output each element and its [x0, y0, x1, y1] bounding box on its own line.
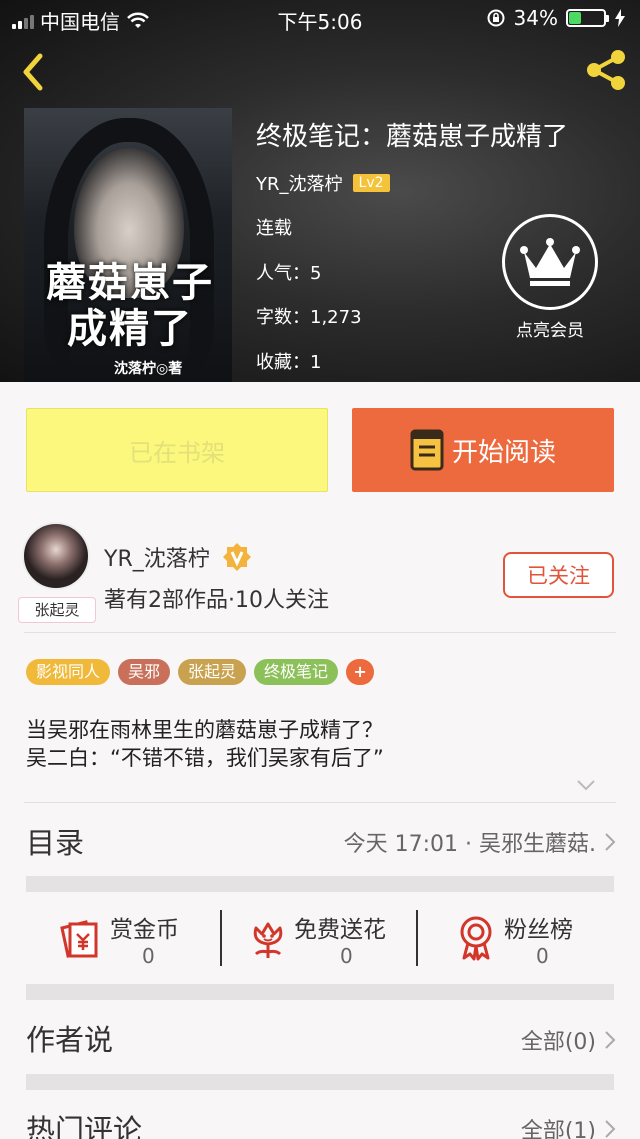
book-status: 连载 [256, 218, 292, 239]
stat-value: 0 [340, 944, 353, 968]
follow-button[interactable]: 已关注 [503, 552, 614, 598]
book-word-count: 字数：1,273 [256, 307, 362, 328]
battery-icon [566, 9, 609, 27]
stat-separator [416, 910, 418, 966]
battery-percent: 34% [513, 6, 558, 30]
description-line: 吴二白：“不错不错，我们吴家有后了” [26, 746, 384, 770]
book-author[interactable]: YR_沈落柠 [256, 170, 343, 196]
avatar-tag: 张起灵 [18, 597, 96, 623]
stat-label: 赏金币 [110, 917, 179, 943]
tag[interactable]: 终极笔记 [254, 659, 339, 685]
tag-list: 影视同人 吴邪 张起灵 终极笔记 + [26, 659, 375, 685]
vip-label: 点亮会员 [516, 321, 584, 341]
charging-icon [615, 9, 625, 27]
book-icon [410, 429, 444, 471]
book-description: 当吴邪在雨林里生的蘑菇崽子成精了？ 吴二白：“不错不错，我们吴家有后了” [26, 716, 384, 772]
divider [24, 802, 616, 803]
section-separator [26, 1074, 614, 1090]
rotation-lock-icon [487, 9, 505, 27]
book-favorites: 收藏：1 [256, 352, 322, 373]
red-envelope-icon [60, 920, 98, 958]
verified-icon [222, 543, 251, 571]
author-says-count: 全部(0) [520, 1030, 596, 1055]
description-line: 当吴邪在雨林里生的蘑菇崽子成精了？ [26, 718, 383, 742]
hot-comments-label[interactable]: 热门评论 [26, 1107, 142, 1139]
follow-label: 已关注 [527, 564, 590, 588]
flower-icon [253, 922, 283, 958]
on-shelf-button[interactable]: 已在书架 [26, 408, 328, 492]
latest-chapter: 今天 17:01 · 吴邪生蘑菇. [343, 832, 596, 857]
add-tag-button[interactable]: + [346, 659, 375, 685]
author-name-row[interactable]: YR_沈落柠 [104, 541, 252, 573]
hot-comments-count: 全部(1) [520, 1119, 596, 1139]
start-reading-label: 开始阅读 [451, 437, 556, 468]
back-button[interactable] [18, 52, 48, 92]
status-right: 34% [486, 6, 626, 30]
book-title: 终极笔记：蘑菇崽子成精了 [256, 122, 569, 152]
send-flower-button[interactable]: 免费送花 0 [244, 906, 404, 968]
divider [24, 632, 616, 633]
tag[interactable]: 张起灵 [178, 659, 247, 685]
catalog-label[interactable]: 目录 [26, 820, 84, 862]
author-avatar[interactable] [22, 522, 90, 590]
author-stats: 著有2部作品·10人关注 [104, 588, 329, 613]
hot-comments-all[interactable]: 全部(1) [521, 1113, 616, 1139]
section-separator [26, 876, 614, 892]
author-says-label[interactable]: 作者说 [26, 1017, 113, 1059]
cover-title: 蘑菇崽子 成精了 [46, 259, 214, 352]
fan-ranking-button[interactable]: 粉丝榜 0 [452, 906, 592, 968]
level-badge: Lv2 [352, 174, 390, 192]
share-button[interactable] [582, 46, 630, 94]
section-separator [26, 984, 614, 1000]
stat-label: 粉丝榜 [504, 917, 573, 943]
stat-label: 免费送花 [294, 917, 386, 943]
chevron-right-icon [605, 833, 616, 851]
catalog-latest-row[interactable]: 今天 17:01 · 吴邪生蘑菇. [344, 826, 616, 858]
reward-coins-button[interactable]: 赏金币 0 [56, 906, 206, 968]
battery-fill [569, 12, 581, 24]
tag[interactable]: 影视同人 [26, 659, 111, 685]
author-name[interactable]: YR_沈落柠 [104, 541, 210, 573]
chevron-right-icon [605, 1031, 616, 1049]
book-popularity: 人气：5 [256, 263, 322, 284]
stat-value: 0 [536, 944, 549, 968]
cover-author: 沈落柠◎著 [114, 361, 183, 377]
author-says-all[interactable]: 全部(0) [521, 1024, 616, 1056]
book-author-row[interactable]: YR_沈落柠 Lv2 [256, 170, 390, 196]
start-reading-button[interactable]: 开始阅读 [352, 408, 614, 492]
medal-icon [460, 916, 492, 961]
crown-icon [502, 214, 598, 310]
book-cover[interactable]: 蘑菇崽子 成精了 沈落柠◎著 [24, 108, 232, 382]
tag[interactable]: 吴邪 [118, 659, 171, 685]
stat-value: 0 [142, 944, 155, 968]
chevron-right-icon [605, 1120, 616, 1138]
status-bar: 中国电信 下午5:06 34% [0, 0, 640, 36]
on-shelf-label: 已在书架 [129, 438, 225, 467]
stat-separator [220, 910, 222, 966]
vip-button[interactable]: 点亮会员 [500, 214, 600, 341]
book-header: 中国电信 下午5:06 34% 蘑菇崽子 成精了 沈落柠◎著 终极笔记：蘑菇崽子… [0, 0, 640, 382]
expand-chevron-icon[interactable] [576, 778, 596, 792]
